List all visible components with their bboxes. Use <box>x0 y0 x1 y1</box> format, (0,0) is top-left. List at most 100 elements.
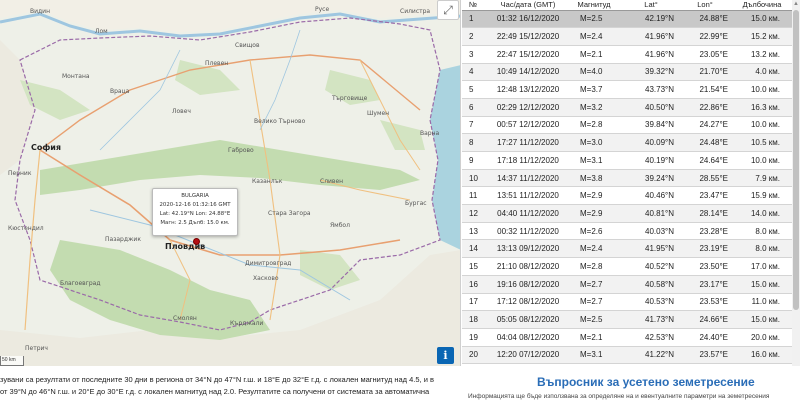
table-row[interactable]: 6 02:29 12/12/2020 M=3.2 40.50°N 22.86°E 16.3… <box>462 98 792 117</box>
cell-number: 5 <box>462 80 492 99</box>
cell-lat: 40.81°N <box>624 204 678 223</box>
cell-magnitude: M=4.0 <box>564 63 624 82</box>
cell-lat: 41.96°N <box>624 27 678 46</box>
cell-lon: 24.40°E <box>678 328 732 347</box>
col-header-depth[interactable]: Дълбочина <box>732 0 792 11</box>
popup-country: BULGARIA <box>181 193 209 199</box>
cell-lon: 24.48°E <box>678 133 732 152</box>
map-info-button[interactable]: i <box>437 347 454 364</box>
cell-magnitude: M=2.7 <box>564 275 624 294</box>
cell-datetime: 22:47 15/12/2020 <box>492 45 564 64</box>
town-label: Силистра <box>400 8 431 15</box>
table-row[interactable]: 18 05:05 08/12/2020 M=2.5 41.73°N 24.66°E 15.… <box>462 310 792 329</box>
cell-datetime: 13:13 09/12/2020 <box>492 239 564 259</box>
cell-depth: 8.0 км. <box>732 239 792 259</box>
cell-magnitude: M=2.8 <box>564 116 624 135</box>
description-line-2: от 39°N до 46°N г.ш. и 20°E до 30°E г.д.… <box>0 387 430 396</box>
cell-lon: 24.27°E <box>678 116 732 135</box>
table-row[interactable]: 8 17:27 11/12/2020 M=3.0 40.09°N 24.48°E 10.5… <box>462 133 792 152</box>
col-header-number[interactable]: № <box>462 0 492 11</box>
cell-lon: 21.54°E <box>678 80 732 99</box>
cell-magnitude: M=3.0 <box>564 133 624 152</box>
cell-number: 16 <box>462 275 492 294</box>
col-header-datetime[interactable]: Час/дата (GMT) <box>492 0 564 11</box>
serbia-region <box>0 40 35 175</box>
table-row[interactable]: 14 13:13 09/12/2020 M=2.4 41.95°N 23.19°E 8.0… <box>462 239 792 259</box>
table-row[interactable]: 15 21:10 08/12/2020 M=2.8 40.52°N 23.50°E 17.… <box>462 257 792 276</box>
town-label: Петрич <box>25 345 48 352</box>
black-sea <box>430 65 460 250</box>
cell-datetime: 04:04 08/12/2020 <box>492 328 564 347</box>
town-label: Сливен <box>320 178 344 185</box>
cell-lat: 43.73°N <box>624 80 678 99</box>
cell-magnitude: M=2.8 <box>564 257 624 276</box>
scroll-thumb[interactable] <box>793 10 799 310</box>
cell-magnitude: M=2.4 <box>564 27 624 46</box>
cell-depth: 20.0 км. <box>732 328 792 347</box>
cell-depth: 16.3 км. <box>732 98 792 117</box>
town-label: Враца <box>110 88 130 95</box>
cell-magnitude: M=2.1 <box>564 363 624 366</box>
town-label: Смолян <box>173 315 197 322</box>
table-scrollbar[interactable]: ▲ <box>792 0 800 366</box>
cell-datetime: 00:57 12/12/2020 <box>492 116 564 135</box>
cell-lat: 40.53°N <box>624 293 678 312</box>
cell-lon: 28.55°E <box>678 169 732 188</box>
cell-number: 3 <box>462 45 492 64</box>
table-row[interactable]: 5 12:48 13/12/2020 M=3.7 43.73°N 21.54°E 10.0… <box>462 80 792 99</box>
table-row[interactable]: 7 00:57 12/12/2020 M=2.8 39.84°N 24.27°E 10.0… <box>462 116 792 135</box>
table-row[interactable]: 3 22:47 15/12/2020 M=2.1 41.96°N 23.05°E 13.2… <box>462 45 792 64</box>
town-label: Монтана <box>62 73 90 80</box>
table-row[interactable]: 13 00:32 11/12/2020 M=2.6 40.03°N 23.28°E 8.0… <box>462 222 792 241</box>
quake-marker[interactable] <box>193 238 200 245</box>
expand-map-button[interactable]: ⤢ <box>437 0 459 20</box>
cell-magnitude: M=3.8 <box>564 169 624 188</box>
cell-lat: 40.09°N <box>624 133 678 152</box>
table-row[interactable]: 10 14:37 11/12/2020 M=3.8 39.24°N 28.55°E 7.9… <box>462 169 792 188</box>
cell-lon: 21.70°E <box>678 63 732 82</box>
table-row[interactable]: 12 04:40 11/12/2020 M=2.9 40.81°N 28.14°E 14.… <box>462 204 792 223</box>
cell-magnitude: M=3.1 <box>564 151 624 170</box>
cell-datetime: 04:40 11/12/2020 <box>492 204 564 223</box>
table-row[interactable]: 20 12:20 07/12/2020 M=3.1 41.22°N 23.57°E 16.… <box>462 346 792 365</box>
cell-magnitude: M=3.2 <box>564 98 624 117</box>
cell-lat: 41.95°N <box>624 239 678 259</box>
cell-depth: 8.0 км. <box>732 222 792 241</box>
map-canvas[interactable] <box>0 0 461 366</box>
town-label: Стара Загора <box>268 210 311 217</box>
scroll-up-arrow-icon[interactable]: ▲ <box>792 0 800 9</box>
col-header-magnitude[interactable]: Магнитуд <box>564 0 624 11</box>
popup-datetime: 2020-12-16 01:32:16 GMT <box>159 202 231 208</box>
table-row[interactable]: 9 17:18 11/12/2020 M=3.1 40.19°N 24.64°E 10.0… <box>462 151 792 170</box>
table-row[interactable]: 17 17:12 08/12/2020 M=2.7 40.53°N 23.53°E 11.… <box>462 293 792 312</box>
cell-datetime: 00:32 11/12/2020 <box>492 222 564 241</box>
cell-depth: 10.0 км. <box>732 116 792 135</box>
table-row[interactable]: 1 01:32 16/12/2020 M=2.5 42.19°N 24.88°E 15.0… <box>462 10 792 29</box>
table-row[interactable]: 16 19:16 08/12/2020 M=2.7 40.58°N 23.17°E 15.… <box>462 275 792 294</box>
questionnaire-heading[interactable]: Въпросник за усетено земетресение <box>537 375 755 389</box>
town-label: Благоевград <box>60 280 101 287</box>
col-header-lat[interactable]: Lat° <box>624 0 678 11</box>
cell-depth: 13.2 км. <box>732 45 792 64</box>
table-row[interactable]: 2106:10 07/12/2020M=2.142.26°N24.89°E14.… <box>462 363 792 366</box>
cell-magnitude: M=2.4 <box>564 239 624 259</box>
cell-magnitude: M=2.9 <box>564 204 624 223</box>
table-row[interactable]: 11 13:51 11/12/2020 M=2.9 40.46°N 23.47°E 15.… <box>462 186 792 206</box>
cell-lon: 28.14°E <box>678 204 732 223</box>
cell-depth: 15.0 км. <box>732 310 792 329</box>
col-header-lon[interactable]: Lon° <box>678 0 732 11</box>
cell-lat: 39.32°N <box>624 63 678 82</box>
cell-lat: 42.53°N <box>624 328 678 347</box>
cell-number: 11 <box>462 186 492 206</box>
cell-datetime: 02:29 12/12/2020 <box>492 98 564 117</box>
cell-number: 8 <box>462 133 492 152</box>
table-row[interactable]: 19 04:04 08/12/2020 M=2.1 42.53°N 24.40°E 20.… <box>462 328 792 347</box>
description-line-1: зувани са резултати от последните 30 дни… <box>0 375 434 384</box>
cell-lat: 40.50°N <box>624 98 678 117</box>
table-row[interactable]: 2 22:49 15/12/2020 M=2.4 41.96°N 22.99°E 15.2… <box>462 27 792 46</box>
cell-lon: 23.19°E <box>678 239 732 259</box>
map-panel[interactable]: София Пловдив Видин Лом Плевен Русе Сили… <box>0 0 461 366</box>
cell-datetime: 17:27 11/12/2020 <box>492 133 564 152</box>
table-row[interactable]: 4 10:49 14/12/2020 M=4.0 39.32°N 21.70°E 4.0 … <box>462 63 792 82</box>
cell-number: 21 <box>462 363 492 366</box>
